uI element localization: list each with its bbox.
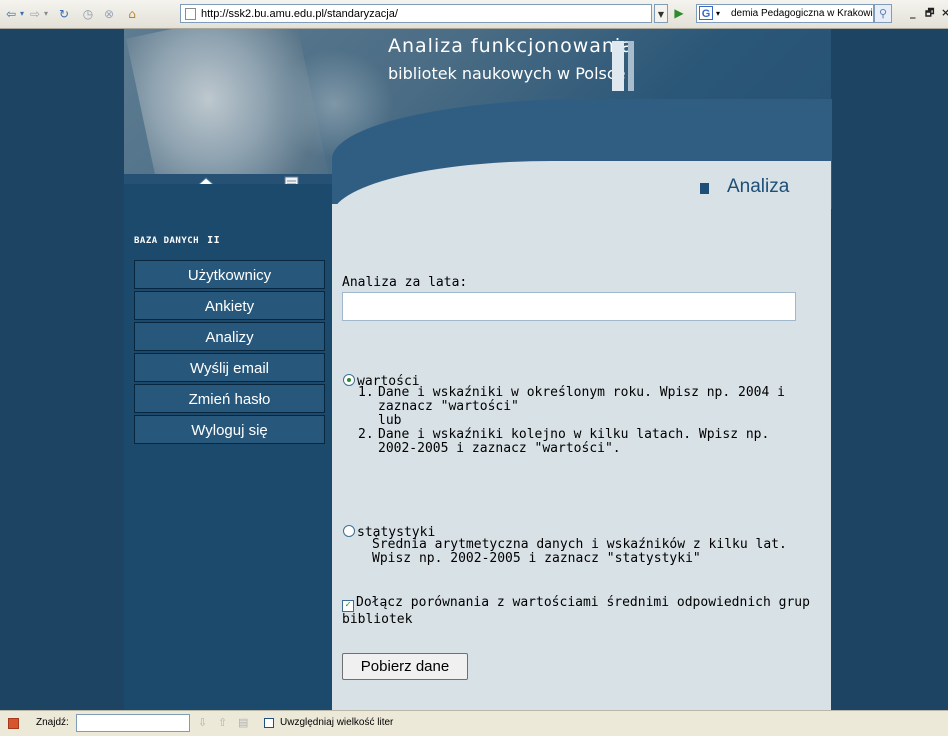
- sidebar-menu: Użytkownicy Ankiety Analizy Wyślij email…: [134, 260, 325, 446]
- list-item-extra: lub: [378, 413, 402, 428]
- address-bar[interactable]: http://ssk2.bu.amu.edu.pl/standaryzacja/: [180, 4, 652, 23]
- compare-checkbox[interactable]: ✓: [342, 600, 354, 612]
- match-case-checkbox[interactable]: [264, 718, 274, 728]
- back-arrow-icon[interactable]: ⇦: [4, 6, 18, 22]
- page-title-text: Analiza: [727, 176, 790, 197]
- stats-radio[interactable]: [343, 525, 355, 537]
- close-find-icon[interactable]: [8, 718, 19, 729]
- minimize-icon[interactable]: _: [910, 6, 916, 19]
- compare-option[interactable]: ✓ Dołącz porównania z wartościami średnim…: [342, 595, 812, 627]
- sidebar-item-analizy[interactable]: Analizy: [134, 322, 325, 351]
- find-next-icon[interactable]: ⇩: [198, 716, 207, 729]
- sidebar-item-wyslij-email[interactable]: Wyślij email: [134, 353, 325, 382]
- back-dropdown-icon[interactable]: ▾: [18, 6, 26, 22]
- list-item: 1. Dane i wskaźniki w określonym roku. W…: [358, 386, 798, 428]
- url-dropdown-icon[interactable]: ▼: [654, 4, 668, 23]
- find-bar: Znajdź: ⇩ ⇧ ▤ Uwzględniaj wielkość liter: [0, 710, 948, 736]
- sidebar-item-uzytkownicy[interactable]: Użytkownicy: [134, 260, 325, 289]
- browser-toolbar: ⇦ ▾ ⇨ ▾ ↻ ◷ ⊗ ⌂ http://ssk2.bu.amu.edu.p…: [0, 0, 948, 29]
- page-title: Analiza: [700, 176, 789, 198]
- sidebar-section-mark: II: [207, 235, 221, 246]
- title-bar-decoration: [612, 41, 624, 91]
- years-input[interactable]: [342, 292, 796, 321]
- stop-icon[interactable]: ⊗: [102, 6, 116, 22]
- close-icon[interactable]: ×: [941, 6, 948, 19]
- title-square-icon: [700, 183, 709, 194]
- magnifier-icon[interactable]: ⚲: [874, 4, 892, 23]
- restore-icon[interactable]: 🗗: [925, 6, 934, 23]
- title-bar-decoration-thin: [628, 41, 634, 91]
- site-title: Analiza funkcjonowania bibliotek naukowy…: [388, 35, 634, 85]
- list-item-number: 2.: [358, 427, 374, 442]
- forward-arrow-icon[interactable]: ⇨: [28, 6, 42, 22]
- list-item-number: 1.: [358, 385, 374, 400]
- find-input[interactable]: [76, 714, 190, 732]
- list-item-text: Dane i wskaźniki kolejno w kilku latach.…: [378, 427, 770, 456]
- sidebar-item-zmien-haslo[interactable]: Zmień hasło: [134, 384, 325, 413]
- sidebar-item-ankiety[interactable]: Ankiety: [134, 291, 325, 320]
- site-title-line2: bibliotek naukowych w Polsce: [388, 64, 626, 83]
- submit-button[interactable]: Pobierz dane: [342, 653, 468, 680]
- search-bar[interactable]: G ▾ demia Pedagogiczna w Krakowie: [696, 4, 874, 23]
- compare-checkbox-label: Dołącz porównania z wartościami średnimi…: [342, 595, 810, 627]
- list-item-text: Dane i wskaźniki w określonym roku. Wpis…: [378, 385, 785, 414]
- reload-icon[interactable]: ↻: [56, 6, 72, 22]
- stats-description: Średnia arytmetyczna danych i wskaźników…: [372, 537, 787, 566]
- sidebar-section-title: BAZA DANYCH II: [134, 235, 220, 246]
- match-case-label: Uwzględniaj wielkość liter: [280, 717, 394, 728]
- values-radio[interactable]: [343, 374, 355, 386]
- list-item: 2. Dane i wskaźniki kolejno w kilku lata…: [358, 428, 798, 456]
- highlight-icon[interactable]: ▤: [238, 716, 248, 729]
- forward-dropdown-icon[interactable]: ▾: [42, 6, 50, 22]
- site-title-line1: Analiza funkcjonowania: [388, 35, 634, 57]
- go-arrow-icon[interactable]: ▶: [670, 4, 688, 23]
- google-icon[interactable]: G: [699, 6, 713, 20]
- page-icon: [185, 8, 196, 20]
- sidebar-section-label: BAZA DANYCH: [134, 236, 200, 246]
- find-label: Znajdź:: [36, 717, 69, 728]
- url-text: http://ssk2.bu.amu.edu.pl/standaryzacja/: [201, 8, 398, 20]
- search-text: demia Pedagogiczna w Krakowie: [731, 8, 874, 19]
- sidebar-item-wyloguj[interactable]: Wyloguj się: [134, 415, 325, 444]
- home-icon[interactable]: ⌂: [124, 6, 140, 22]
- years-label: Analiza za lata:: [342, 275, 468, 290]
- search-engine-dropdown-icon[interactable]: ▾: [716, 5, 720, 22]
- instructions-list: 1. Dane i wskaźniki w określonym roku. W…: [358, 386, 798, 456]
- history-icon[interactable]: ◷: [80, 6, 96, 22]
- find-previous-icon[interactable]: ⇧: [218, 716, 227, 729]
